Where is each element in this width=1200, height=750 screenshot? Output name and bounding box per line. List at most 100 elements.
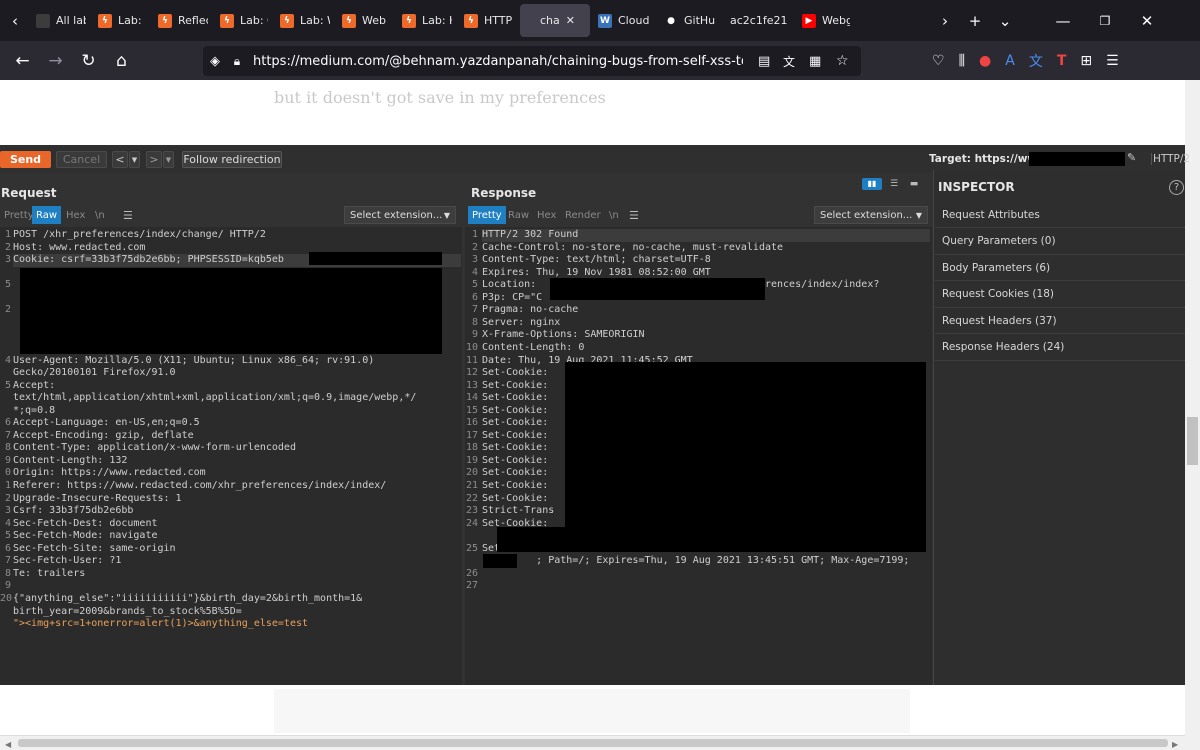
line-number: 1 (4, 229, 11, 240)
history-forward-button[interactable]: > (146, 151, 162, 168)
line-number: 5 (4, 530, 11, 542)
code-line: "><img+src=1+onerror=alert(1)>&anything_… (13, 618, 309, 630)
extension-t-icon[interactable]: T (1057, 53, 1067, 69)
redacted-cookie-value-c (483, 554, 517, 568)
inspector-item-0[interactable]: Request Attributes (935, 202, 1185, 228)
reader-view-icon[interactable]: ▤ (758, 54, 770, 69)
layout-single-icon[interactable]: ▬ (905, 178, 923, 190)
tab-0[interactable]: All labs (30, 0, 92, 41)
url-text[interactable]: https://medium.com/@behnam.yazdanpanah/c… (253, 54, 743, 69)
tab-7[interactable]: ϟ HTTP/ (458, 0, 518, 41)
history-back-dropdown-icon[interactable]: ▼ (129, 151, 140, 168)
code-line: User-Agent: Mozilla/5.0 (X11; Ubuntu; Li… (13, 354, 375, 366)
code-line: Accept: (13, 379, 56, 391)
code-line: Set-Cookie: (482, 467, 549, 479)
tab-11[interactable]: ac2c1fe21 (724, 0, 796, 41)
page-horizontal-scrollbar[interactable]: ◀ ▶ (0, 735, 1185, 750)
inspector-item-5[interactable]: Response Headers (24) (935, 335, 1185, 361)
translate-icon[interactable]: 文 (783, 53, 795, 70)
response-view-0[interactable]: Pretty (468, 206, 506, 224)
tab-6[interactable]: ϟ Lab: H (396, 0, 458, 41)
request-view-3[interactable]: \n (91, 206, 109, 224)
layout-rows-icon[interactable]: ☰ (885, 178, 903, 190)
request-select-extension[interactable]: Select extension... ▼ (344, 206, 456, 224)
tab-2[interactable]: ϟ Reflec (152, 0, 214, 41)
tab-1[interactable]: ϟ Lab: R (92, 0, 152, 41)
tab-9[interactable]: W Cloud (592, 0, 658, 41)
url-bar[interactable]: ◈ 🔒︎ https://medium.com/@behnam.yazdanpa… (203, 46, 861, 76)
restore-icon[interactable]: ❐ (1090, 0, 1120, 41)
forward-icon[interactable]: → (39, 41, 72, 80)
horizontal-scrollbar-thumb[interactable] (18, 739, 1168, 747)
scrollbar-thumb[interactable] (1187, 417, 1198, 465)
pocket-icon[interactable]: ♡ (932, 53, 945, 69)
tab-8[interactable]: cha ✕ (520, 4, 590, 37)
extension-translate-icon[interactable]: A (1005, 53, 1015, 69)
line-number: 5 (4, 279, 11, 291)
browser-toolbar-icons: ♡ ⫼ ● A 文 T ⊞ ☰ (932, 41, 1119, 80)
tracking-shield-icon[interactable]: ◈ (203, 54, 227, 69)
response-view-2[interactable]: Hex (533, 206, 560, 224)
response-select-extension[interactable]: Select extension... ▼ (814, 206, 928, 224)
response-menu-icon[interactable]: ☰ (625, 206, 643, 224)
help-icon[interactable]: ? (1169, 180, 1184, 195)
close-tab-icon[interactable]: ✕ (566, 14, 575, 27)
response-view-3[interactable]: Render (561, 206, 605, 224)
extension-language-icon[interactable]: 文 (1029, 51, 1043, 71)
request-view-1[interactable]: Raw (32, 206, 62, 224)
tab-4[interactable]: ϟ Lab: W (274, 0, 336, 41)
lightning-icon: ϟ (158, 13, 172, 28)
code-line: Set-Cookie: (482, 480, 549, 491)
line-number: 24 (465, 517, 478, 529)
send-button[interactable]: Send (0, 151, 51, 168)
library-icon[interactable]: ⫼ (959, 53, 965, 69)
response-view-1[interactable]: Raw (504, 206, 533, 224)
tab-list-dropdown-icon[interactable]: ⌄ (990, 0, 1020, 41)
new-tab-icon[interactable]: + (960, 0, 990, 41)
menu-hamburger-icon[interactable]: ☰ (1106, 53, 1119, 69)
code-line: Set-Cookie: (482, 492, 549, 504)
line-number: 18 (465, 442, 478, 454)
scroll-left-icon[interactable]: ◀ (5, 740, 11, 749)
extensions-grid-icon[interactable]: ▦ (809, 54, 821, 69)
line-number: 3 (4, 254, 11, 266)
code-line: Set-Cookie: (482, 429, 549, 441)
response-view-4[interactable]: \n (605, 206, 623, 224)
tab-label: Webg (822, 14, 850, 27)
bookmark-star-icon[interactable]: ☆ (836, 53, 849, 69)
request-view-2[interactable]: Hex (62, 206, 89, 224)
line-number: 8 (4, 567, 11, 579)
code-line: Sec-Fetch-User: ?1 (13, 555, 122, 567)
back-icon[interactable]: ← (6, 41, 39, 80)
line-number: 6 (4, 542, 11, 554)
layout-split-icon[interactable]: ▮▮ (862, 178, 882, 190)
inspector-item-1[interactable]: Query Parameters (0) (935, 229, 1185, 255)
lock-icon[interactable]: 🔒︎ (227, 54, 247, 69)
inspector-item-3[interactable]: Request Cookies (18) (935, 282, 1185, 308)
follow-redirection-button[interactable]: Follow redirection (182, 151, 282, 168)
line-number: 4 (4, 517, 11, 529)
history-back-button[interactable]: < (112, 151, 128, 168)
history-forward-dropdown-icon[interactable]: ▼ (163, 151, 174, 168)
tab-3[interactable]: ϟ Lab: C (214, 0, 274, 41)
minimize-icon[interactable]: — (1048, 0, 1078, 41)
inspector-item-4[interactable]: Request Headers (37) (935, 308, 1185, 334)
reload-icon[interactable]: ↻ (72, 41, 105, 80)
line-number: 9 (4, 580, 11, 592)
tab-list: All labsϟLab: RϟReflecϟLab: CϟLab: WϟWeb… (30, 0, 930, 41)
extension-fox-icon[interactable]: ● (979, 53, 991, 69)
cancel-button[interactable]: Cancel (56, 151, 107, 168)
tab-5[interactable]: ϟ Web c (336, 0, 396, 41)
home-icon[interactable]: ⌂ (105, 41, 138, 80)
extension-puzzle-icon[interactable]: ⊞ (1080, 53, 1092, 69)
page-vertical-scrollbar[interactable] (1185, 80, 1200, 750)
tab-scroll-left-icon[interactable]: ‹ (0, 0, 30, 41)
inspector-item-2[interactable]: Body Parameters (6) (935, 255, 1185, 281)
tab-scroll-right-icon[interactable]: › (930, 0, 960, 41)
edit-target-icon[interactable]: ✎ (1127, 151, 1136, 164)
tab-10[interactable]: ● GitHu (658, 0, 724, 41)
tab-12[interactable]: ▶ Webg (796, 0, 856, 41)
scroll-right-icon[interactable]: ▶ (1172, 740, 1178, 749)
request-menu-icon[interactable]: ☰ (119, 206, 137, 224)
close-window-icon[interactable]: ✕ (1132, 0, 1162, 41)
